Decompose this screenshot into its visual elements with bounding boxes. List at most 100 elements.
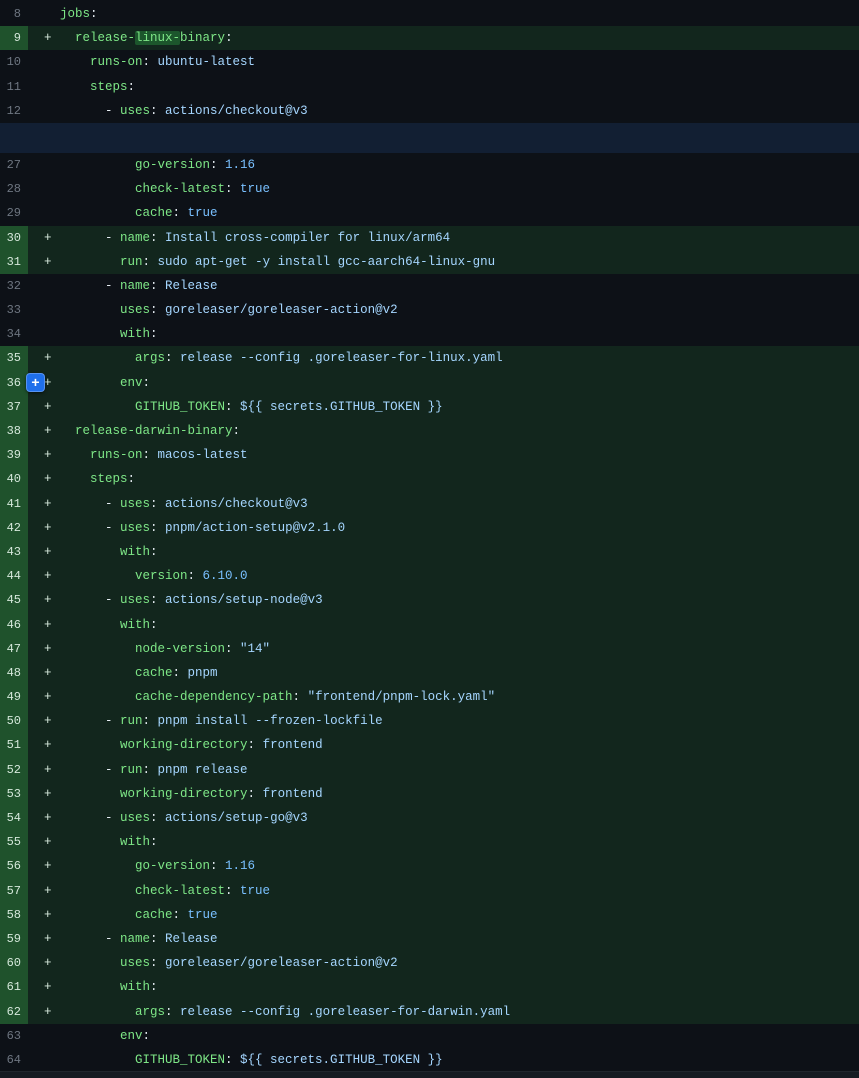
code-line: cache: pnpm	[60, 661, 859, 685]
diff-marker	[28, 2, 60, 26]
line-number[interactable]: 9	[0, 26, 28, 50]
code-token: :	[225, 884, 240, 898]
line-number[interactable]: 56	[0, 854, 28, 878]
code-line: jobs:	[60, 2, 859, 26]
code-token	[60, 1005, 135, 1019]
line-number[interactable]: 31	[0, 250, 28, 274]
diff-row-added: 57+ check-latest: true	[0, 879, 859, 903]
line-number[interactable]: 45	[0, 588, 28, 612]
code-token: with	[120, 618, 150, 632]
line-number[interactable]: 59	[0, 927, 28, 951]
code-token	[60, 666, 135, 680]
diff-marker: +	[28, 516, 60, 540]
diff-rows: 8jobs:9+ release-linux-binary:10 runs-on…	[0, 2, 859, 1072]
line-number[interactable]: 8	[0, 2, 28, 26]
line-number[interactable]: 47	[0, 637, 28, 661]
line-number[interactable]: 44	[0, 564, 28, 588]
code-token: run	[120, 763, 143, 777]
code-line: version: 6.10.0	[60, 564, 859, 588]
line-number[interactable]: 52	[0, 758, 28, 782]
line-number[interactable]: 48	[0, 661, 28, 685]
line-number[interactable]: 35	[0, 346, 28, 370]
diff-marker	[28, 1048, 60, 1072]
code-token: uses	[120, 521, 150, 535]
line-number[interactable]: 63	[0, 1024, 28, 1048]
line-number[interactable]: 10	[0, 50, 28, 74]
line-number[interactable]: 61	[0, 975, 28, 999]
code-token	[60, 55, 90, 69]
code-token	[60, 448, 90, 462]
diff-row-added: 35+ args: release --config .goreleaser-f…	[0, 346, 859, 370]
code-token: check-latest	[135, 182, 225, 196]
line-number[interactable]: 33	[0, 298, 28, 322]
code-token	[60, 400, 135, 414]
line-number[interactable]: 28	[0, 177, 28, 201]
line-number[interactable]: 37	[0, 395, 28, 419]
line-number[interactable]: 46	[0, 613, 28, 637]
code-token: ${{ secrets.GITHUB_TOKEN }}	[240, 1053, 443, 1067]
diff-marker: +	[28, 613, 60, 637]
code-token: actions/checkout@v3	[165, 497, 308, 511]
code-token: -	[60, 593, 120, 607]
line-number[interactable]: 39	[0, 443, 28, 467]
line-number[interactable]: 27	[0, 153, 28, 177]
code-token	[60, 835, 120, 849]
code-line: args: release --config .goreleaser-for-l…	[60, 346, 859, 370]
code-token: Install cross-compiler for linux/arm64	[165, 231, 450, 245]
code-token: runs-on	[90, 448, 143, 462]
expand-hidden-lines-row[interactable]	[0, 123, 859, 153]
code-token	[60, 884, 135, 898]
diff-row-added: 39+ runs-on: macos-latest	[0, 443, 859, 467]
line-number[interactable]: 12	[0, 99, 28, 123]
code-line: uses: goreleaser/goreleaser-action@v2	[60, 951, 859, 975]
diff-marker: +	[28, 395, 60, 419]
line-number[interactable]: 42	[0, 516, 28, 540]
diff-marker	[28, 99, 60, 123]
line-number[interactable]: 40	[0, 467, 28, 491]
line-number[interactable]: 54	[0, 806, 28, 830]
line-number[interactable]: 64	[0, 1048, 28, 1072]
add-line-comment-button[interactable]: +	[26, 373, 45, 392]
line-number[interactable]: 55	[0, 830, 28, 854]
code-token: :	[150, 521, 165, 535]
code-token	[60, 569, 135, 583]
line-number[interactable]: 62	[0, 1000, 28, 1024]
line-number[interactable]: 36	[0, 371, 28, 395]
code-line: - name: Install cross-compiler for linux…	[60, 226, 859, 250]
code-line: steps:	[60, 467, 859, 491]
line-number[interactable]: 53	[0, 782, 28, 806]
line-number[interactable]: 57	[0, 879, 28, 903]
diff-marker: +	[28, 830, 60, 854]
code-token	[60, 472, 90, 486]
diff-marker: +	[28, 346, 60, 370]
code-token: :	[165, 351, 180, 365]
line-number[interactable]: 32	[0, 274, 28, 298]
line-number[interactable]: 30	[0, 226, 28, 250]
line-number[interactable]: 50	[0, 709, 28, 733]
code-line: with:	[60, 830, 859, 854]
line-number[interactable]: 43	[0, 540, 28, 564]
line-number[interactable]: 34	[0, 322, 28, 346]
code-token	[60, 859, 135, 873]
code-token: :	[248, 738, 263, 752]
code-line: runs-on: ubuntu-latest	[60, 50, 859, 74]
line-number[interactable]: 29	[0, 201, 28, 225]
code-token: -	[60, 714, 120, 728]
line-number[interactable]: 60	[0, 951, 28, 975]
code-token: true	[240, 182, 270, 196]
code-line: - name: Release	[60, 927, 859, 951]
diff-marker: +	[28, 879, 60, 903]
code-token: actions/setup-node@v3	[165, 593, 323, 607]
line-number[interactable]: 41	[0, 492, 28, 516]
diff-marker	[28, 153, 60, 177]
line-number[interactable]: 11	[0, 75, 28, 99]
line-number[interactable]: 38	[0, 419, 28, 443]
line-number[interactable]: 58	[0, 903, 28, 927]
code-token: pnpm	[188, 666, 218, 680]
code-token: with	[120, 327, 150, 341]
diff-marker: +	[28, 26, 60, 50]
line-number[interactable]: 49	[0, 685, 28, 709]
code-token: :	[143, 448, 158, 462]
code-token: true	[188, 908, 218, 922]
line-number[interactable]: 51	[0, 733, 28, 757]
